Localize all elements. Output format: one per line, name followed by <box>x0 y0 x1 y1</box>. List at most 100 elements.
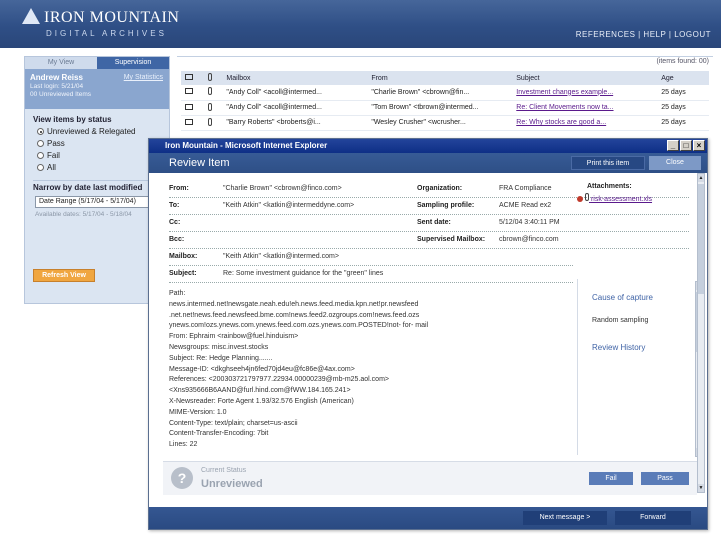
window-footer: Next message > Forward <box>149 507 707 529</box>
minimize-icon[interactable]: _ <box>667 140 679 151</box>
cause-of-capture-link[interactable]: Cause of capture <box>592 293 653 302</box>
table-row[interactable]: "Barry Roberts" <broberts@i... "Wesley C… <box>181 115 709 131</box>
envelope-icon <box>181 115 204 131</box>
brand-subtitle: DIGITAL ARCHIVES <box>46 29 167 38</box>
tab-my-view[interactable]: My View <box>25 57 97 69</box>
window-scrollbar[interactable]: ▲ ▼ <box>697 173 705 493</box>
paperclip-icon <box>203 85 223 101</box>
row-from: "Tom Brown" <tbrown@intermed... <box>367 100 513 116</box>
subject-value: Re: Some investment guidance for the "gr… <box>223 270 384 277</box>
envelope-icon <box>185 74 193 80</box>
next-message-button[interactable]: Next message > <box>523 511 607 525</box>
row-from: "Wesley Crusher" <wcrusher... <box>367 115 513 131</box>
body-line: Message-ID: <dkghseeh4jn6fed70jd4eu@fc86… <box>169 365 355 373</box>
tab-supervision[interactable]: Supervision <box>97 57 169 69</box>
supervised-value: cbrown@finco.com <box>499 236 559 243</box>
header-row: Subject: Re: Some investment guidance fo… <box>169 266 573 283</box>
body-line: Content-Transfer-Encoding: 7bit <box>169 430 269 438</box>
org-value: FRA Compliance <box>499 185 552 192</box>
row-age: 25 days <box>657 115 709 131</box>
row-subject-link[interactable]: Re: Why stocks are good a... <box>512 115 658 131</box>
status-bar: ? Current Status Unreviewed Fail Pass <box>163 461 697 495</box>
date-range-select[interactable]: Date Range (5/17/04 - 5/17/04) <box>35 196 153 208</box>
sent-value: 5/12/04 3:40:11 PM <box>499 219 560 226</box>
review-header: Review Item Print this item Close <box>149 153 707 173</box>
to-value: "Keith Atkin" <katkin@intermeddyne.com> <box>223 202 355 209</box>
body-line: news.intermed.net!newsgate.neah.edu!eh.n… <box>169 300 419 308</box>
header-row: Mailbox: "Keith Atkin" <katkin@intermed.… <box>169 249 573 266</box>
paperclip-icon <box>585 193 589 201</box>
scroll-up-icon[interactable]: ▲ <box>698 174 704 182</box>
row-subject-link[interactable]: Re: Client Movements now ta... <box>512 100 658 116</box>
window-titlebar[interactable]: Iron Mountain - Microsoft Internet Explo… <box>149 139 707 153</box>
warning-icon <box>577 196 583 203</box>
attachments: Attachments: risk-assessment.xls <box>577 183 687 203</box>
print-item-button[interactable]: Print this item <box>571 156 645 170</box>
top-banner: IRON MOUNTAIN DIGITAL ARCHIVES REFERENCE… <box>0 0 721 48</box>
envelope-icon <box>181 85 204 101</box>
from-value: "Charlie Brown" <cbrown@finco.com> <box>223 185 342 192</box>
row-mailbox: "Andy Coll" <acoll@intermed... <box>222 85 368 101</box>
scroll-down-icon[interactable]: ▼ <box>698 484 704 492</box>
status-radio-all[interactable]: All <box>37 163 161 172</box>
row-subject-link[interactable]: Investment changes example... <box>512 85 658 101</box>
close-button[interactable]: Close <box>649 156 701 170</box>
body-line: ynews.com!ozs.ynews.com.ynews.feed.com.o… <box>169 322 429 330</box>
close-icon[interactable]: × <box>693 140 705 151</box>
row-mailbox: "Andy Coll" <acoll@intermed... <box>222 100 368 116</box>
radio-icon <box>37 140 44 147</box>
profile-value: ACME Read ex2 <box>499 202 552 209</box>
col-subject[interactable]: Subject <box>512 71 658 85</box>
body-line: References: <200303721797977.22934.00000… <box>169 376 389 384</box>
items-table: Mailbox From Subject Age "Andy Coll" <ac… <box>181 71 709 131</box>
unreviewed-count: 00 Unreviewed Items <box>30 91 92 98</box>
paperclip-icon <box>207 73 212 81</box>
items-found-count: (items found: 00) <box>656 58 709 65</box>
col-mailbox[interactable]: Mailbox <box>222 71 368 85</box>
status-radio-pass[interactable]: Pass <box>37 139 161 148</box>
table-row[interactable]: "Andy Coll" <acoll@intermed... "Tom Brow… <box>181 100 709 116</box>
question-icon: ? <box>171 467 193 489</box>
review-item-window: Iron Mountain - Microsoft Internet Explo… <box>148 138 708 530</box>
row-age: 25 days <box>657 100 709 116</box>
available-dates: Available dates: 5/17/04 - 5/18/04 <box>35 211 132 218</box>
attachment-link[interactable]: risk-assessment.xls <box>577 193 687 203</box>
radio-icon <box>37 164 44 171</box>
window-title: Iron Mountain - Microsoft Internet Explo… <box>165 141 328 150</box>
row-age: 25 days <box>657 85 709 101</box>
status-radio-unreviewed[interactable]: Unreviewed & Relegated <box>37 127 161 136</box>
mailbox-value: "Keith Atkin" <katkin@intermed.com> <box>223 253 339 260</box>
fail-button[interactable]: Fail <box>589 472 633 485</box>
status-filter-title: View items by status <box>33 115 112 124</box>
body-line: Path: <box>169 290 186 297</box>
col-age[interactable]: Age <box>657 71 709 85</box>
user-box: Andrew Reiss My Statistics Last login: 5… <box>25 69 169 109</box>
brand-name: IRON MOUNTAIN <box>44 9 180 26</box>
left-tabs: My View Supervision <box>25 57 169 69</box>
table-header: Mailbox From Subject Age <box>181 71 709 85</box>
table-row[interactable]: "Andy Coll" <acoll@intermed... "Charlie … <box>181 85 709 101</box>
forward-button[interactable]: Forward <box>615 511 691 525</box>
header-row: Bcc: Supervised Mailbox: cbrown@finco.co… <box>169 232 689 249</box>
review-history-link[interactable]: Review History <box>592 343 645 352</box>
refresh-view-button[interactable]: Refresh View <box>33 269 95 282</box>
message-body: Path: news.intermed.net!newsgate.neah.ed… <box>169 289 573 457</box>
body-line: X-Newsreader: Forte Agent 1.93/32.576 En… <box>169 397 354 405</box>
top-links[interactable]: REFERENCES | HELP | LOGOUT <box>576 30 711 39</box>
my-statistics-link[interactable]: My Statistics <box>124 74 163 81</box>
maximize-icon[interactable]: □ <box>680 140 692 151</box>
iron-mountain-logo-icon <box>22 8 40 24</box>
body-line: MIME-Version: 1.0 <box>169 408 227 416</box>
body-line: Lines: 22 <box>169 441 198 449</box>
row-mailbox: "Barry Roberts" <broberts@i... <box>222 115 368 131</box>
row-from: "Charlie Brown" <cbrown@fin... <box>367 85 513 101</box>
status-radio-fail[interactable]: Fail <box>37 151 161 160</box>
envelope-icon <box>181 100 204 116</box>
col-attach <box>203 71 223 85</box>
body-line: <Xns935666B6AAND@furl.hind.com@fWW.184.1… <box>169 387 351 395</box>
last-login: Last login: 5/21/04 <box>30 83 84 90</box>
item-list: (items found: 00) Mailbox From Subject A… <box>177 56 713 146</box>
col-from[interactable]: From <box>367 71 513 85</box>
pass-button[interactable]: Pass <box>641 472 689 485</box>
scroll-thumb[interactable] <box>698 184 704 294</box>
